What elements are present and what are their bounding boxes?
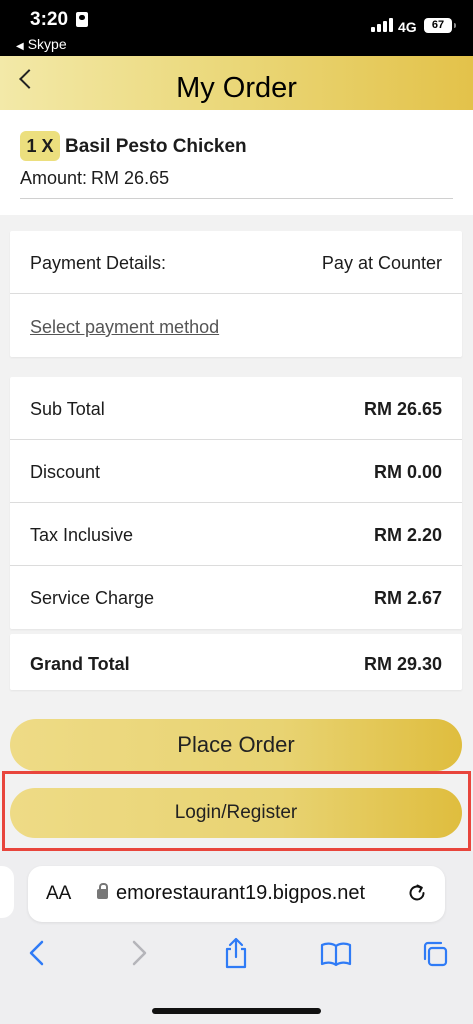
summary-value: RM 2.67 (373, 588, 442, 608)
order-item-section (0, 110, 473, 215)
network-type: 4G (398, 19, 417, 35)
amount-label: Amount: (20, 168, 88, 188)
grand-total-label: Grand Total (30, 654, 130, 674)
status-bar: 3:20 ◀ Skype 4G 67 (0, 0, 473, 56)
share-icon[interactable] (221, 936, 251, 970)
summary-row: Sub Total RM 26.65 (10, 377, 462, 440)
back-app-name: Skype (27, 36, 67, 52)
back-triangle-icon: ◀ (16, 41, 24, 52)
reload-icon[interactable] (405, 880, 429, 904)
summary-value: RM 0.00 (373, 462, 442, 482)
battery-icon: 67 (424, 18, 456, 33)
summary-value: RM 26.65 (363, 399, 442, 419)
back-to-app-link[interactable]: ◀ Skype (16, 36, 67, 52)
payment-details-value: Pay at Counter (321, 253, 442, 273)
status-time: 3:20 (30, 9, 69, 30)
summary-label: Discount (30, 462, 101, 482)
signal-icon (371, 18, 395, 32)
url-text[interactable]: emorestaurant19.bigpos.net (116, 882, 365, 905)
page-header: My Order (0, 56, 473, 110)
summary-row: Tax Inclusive RM 2.20 (10, 503, 462, 566)
payment-details-label: Payment Details: (30, 253, 167, 273)
grand-total-card: Grand Total RM 29.30 (10, 634, 462, 690)
amount-value: RM 26.65 (91, 168, 170, 188)
summary-label: Sub Total (30, 399, 105, 419)
select-payment-row: Select payment method (10, 294, 462, 357)
summary-card: Sub Total RM 26.65 Discount RM 0.00 Tax … (10, 377, 462, 629)
item-amount: Amount: RM 26.65 (20, 168, 169, 189)
screen-lock-icon (76, 12, 88, 27)
summary-label: Service Charge (30, 588, 155, 608)
tabs-icon[interactable] (420, 936, 450, 970)
back-arrow-icon[interactable] (22, 936, 52, 970)
lock-icon (97, 883, 108, 899)
bookmarks-icon[interactable] (319, 936, 353, 970)
login-register-button[interactable]: Login/Register (10, 788, 462, 838)
summary-value: RM 2.20 (373, 525, 442, 545)
forward-arrow-icon[interactable] (124, 936, 154, 970)
payment-details-row: Payment Details: Pay at Counter (10, 231, 462, 294)
previous-tab-peek[interactable] (0, 866, 14, 918)
grand-total-value: RM 29.30 (363, 654, 442, 674)
home-indicator (152, 1008, 321, 1014)
quantity-badge: 1 X (20, 131, 60, 161)
select-payment-method-link[interactable]: Select payment method (30, 317, 219, 338)
summary-row: Discount RM 0.00 (10, 440, 462, 503)
payment-card: Payment Details: Pay at Counter Select p… (10, 231, 462, 357)
grand-total-row: Grand Total RM 29.30 (10, 634, 462, 690)
address-bar[interactable]: AA emorestaurant19.bigpos.net (28, 866, 445, 922)
page-title: My Order (176, 72, 297, 104)
summary-label: Tax Inclusive (30, 525, 134, 545)
item-name: Basil Pesto Chicken (65, 136, 247, 157)
divider (20, 198, 453, 199)
place-order-button[interactable]: Place Order (10, 719, 462, 771)
summary-row: Service Charge RM 2.67 (10, 566, 462, 629)
text-size-button[interactable]: AA (46, 883, 71, 905)
